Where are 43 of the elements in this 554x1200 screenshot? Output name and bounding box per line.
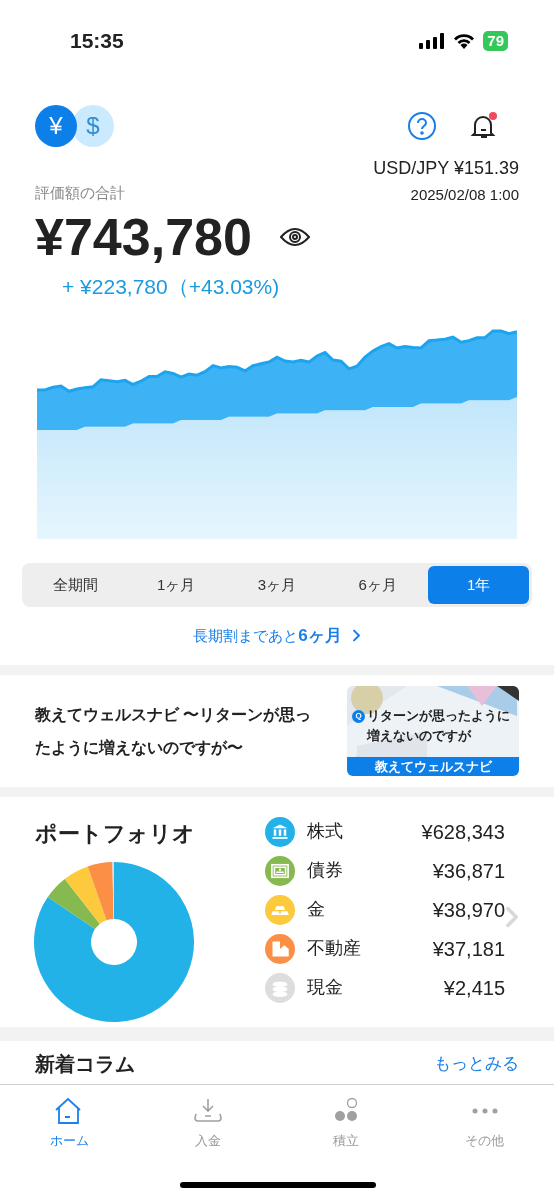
asset-name: 金 — [307, 898, 325, 921]
tab-bar-item[interactable]: 入金 — [138, 1097, 277, 1151]
asset-amount: ¥36,871 — [432, 858, 505, 884]
exchange-rate: USD/JPY ¥151.39 — [373, 157, 519, 180]
currency-toggle[interactable]: $ — [72, 105, 114, 147]
tab-bar-item[interactable]: 積立 — [277, 1097, 416, 1151]
rate-timestamp: 2025/02/08 1:00 — [410, 185, 519, 205]
total-label: 評価額の合計 — [35, 183, 125, 203]
long-term-discount-link[interactable]: 長期割まであと 6ヶ月 — [193, 623, 361, 649]
asset-amount: ¥37,181 — [432, 936, 505, 962]
asset-amount: ¥2,415 — [443, 975, 505, 1001]
period-tab[interactable]: 3ヶ月 — [226, 566, 328, 604]
asset-amount: ¥38,970 — [432, 897, 505, 923]
wifi-icon — [453, 32, 476, 49]
asset-name: 不動産 — [307, 937, 361, 960]
portfolio-title: ポートフォリオ — [35, 819, 196, 848]
period-tab[interactable]: 全期間 — [25, 566, 126, 604]
article-card[interactable]: 教えてウェルスナビ 〜リターンが思ったように増えないのですが〜 Q リターンが思ったように増えないのですが 教えてウェルスナビ — [0, 674, 554, 787]
article-title: 教えてウェルスナビ 〜リターンが思ったように増えないのですが〜 — [35, 704, 313, 759]
tab-bar-item[interactable]: ホーム — [0, 1097, 139, 1151]
period-tab[interactable]: 1ヶ月 — [125, 566, 227, 604]
see-more-link[interactable]: もっとみる — [434, 1050, 519, 1077]
total-change: + ¥223,780（+43.03%) — [62, 273, 280, 300]
signal-icon — [419, 32, 446, 49]
status-time: 15:35 — [70, 27, 124, 54]
period-tab[interactable]: 1年 — [428, 566, 529, 604]
asset-name: 株式 — [307, 820, 343, 843]
tab-bar-item[interactable]: その他 — [415, 1097, 554, 1151]
asset-name: 現金 — [307, 976, 343, 999]
asset-name: 債券 — [307, 859, 343, 882]
total-amount: ¥743,780 — [35, 206, 252, 268]
period-tab[interactable]: 6ヶ月 — [327, 566, 429, 604]
eye-icon[interactable] — [279, 226, 310, 247]
download-icon — [192, 1097, 223, 1125]
section-title: 新着コラム — [35, 1051, 135, 1077]
chevron-right-icon — [351, 629, 361, 643]
asset-amount: ¥628,343 — [421, 819, 505, 845]
notification-bell-icon[interactable] — [469, 111, 499, 141]
help-icon[interactable] — [407, 111, 437, 141]
more-icon — [471, 1108, 498, 1114]
currency-toggle[interactable]: ¥ — [35, 105, 77, 147]
battery-indicator: 79 — [483, 30, 508, 51]
thumbnail-title: リターンが思ったように増えないのですが — [367, 706, 511, 745]
